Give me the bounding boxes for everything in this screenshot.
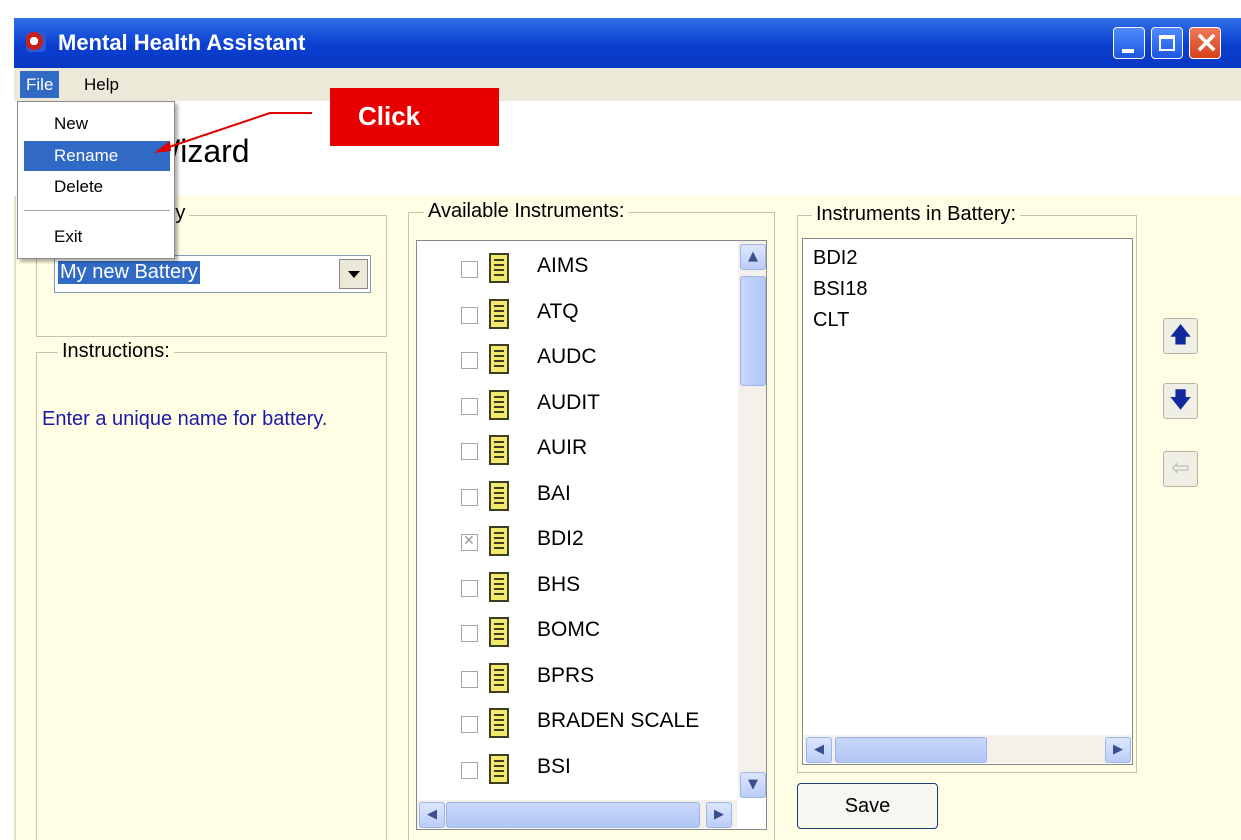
scroll-up-icon[interactable]: ▲ bbox=[740, 244, 766, 270]
instruments-in-battery-list[interactable]: BDI2 BSI18 CLT bbox=[802, 238, 1133, 765]
menu-help[interactable]: Help bbox=[78, 71, 125, 98]
list-item[interactable]: BSI18 bbox=[813, 278, 867, 301]
instrument-checkbox[interactable] bbox=[461, 716, 478, 733]
title-bar[interactable]: Mental Health Assistant × bbox=[14, 18, 1241, 68]
scroll-down-icon[interactable]: ▼ bbox=[740, 772, 766, 798]
minimize-button[interactable] bbox=[1113, 27, 1145, 59]
instrument-checkbox[interactable] bbox=[461, 306, 478, 324]
instrument-checkbox[interactable] bbox=[461, 261, 478, 278]
instrument-label: BAI bbox=[537, 481, 571, 505]
instrument-label: BOMC bbox=[537, 618, 600, 641]
instruments-in-battery-legend: Instruments in Battery: bbox=[812, 203, 1021, 226]
document-icon bbox=[489, 662, 509, 693]
instrument-checkbox[interactable] bbox=[461, 670, 478, 688]
scroll-right-icon[interactable]: ▶ bbox=[706, 802, 732, 828]
chevron-down-icon[interactable] bbox=[339, 259, 368, 289]
battery-name-value[interactable]: My new Battery bbox=[58, 261, 200, 284]
menu-item-exit[interactable]: Exit bbox=[24, 222, 170, 252]
callout-arrow-icon bbox=[154, 112, 312, 153]
scrollbar-thumb[interactable] bbox=[446, 802, 700, 828]
instrument-checkbox[interactable] bbox=[461, 761, 478, 779]
menu-separator bbox=[24, 210, 170, 211]
save-button[interactable]: Save bbox=[797, 783, 938, 829]
instrument-label: BSI bbox=[537, 754, 571, 778]
document-icon bbox=[489, 344, 509, 374]
instrument-checkbox[interactable] bbox=[461, 625, 478, 642]
arrow-down-icon[interactable]: 🡇 bbox=[1163, 383, 1198, 419]
close-icon: × bbox=[1194, 25, 1220, 60]
instrument-checkbox[interactable] bbox=[461, 443, 478, 460]
instrument-checkbox[interactable] bbox=[461, 488, 478, 506]
instrument-checkbox[interactable] bbox=[461, 579, 478, 597]
instrument-checkbox[interactable] bbox=[461, 352, 478, 369]
instrument-label: AUDC bbox=[537, 345, 597, 368]
document-icon bbox=[489, 253, 509, 283]
instrument-label: AIMS bbox=[537, 254, 589, 277]
close-button[interactable]: × bbox=[1189, 25, 1221, 60]
click-callout-label: Click bbox=[358, 101, 421, 131]
window-title: Mental Health Assistant bbox=[58, 30, 306, 55]
document-icon bbox=[489, 298, 509, 329]
scroll-left-icon[interactable]: ◀ bbox=[419, 802, 445, 828]
menu-bar: File Help bbox=[14, 68, 1241, 101]
instrument-label: ATQ bbox=[537, 299, 579, 323]
minimize-icon bbox=[1122, 49, 1134, 53]
scroll-right-icon[interactable]: ▶ bbox=[1105, 737, 1131, 763]
arrow-up-icon[interactable]: 🡅 bbox=[1163, 318, 1198, 354]
document-icon bbox=[489, 708, 509, 738]
document-icon bbox=[489, 435, 509, 465]
document-icon bbox=[489, 753, 509, 784]
instrument-label: BRADEN SCALE bbox=[537, 709, 700, 732]
instructions-legend: Instructions: bbox=[58, 340, 174, 363]
document-icon bbox=[489, 389, 509, 420]
instrument-label: AUIR bbox=[537, 436, 588, 459]
maximize-icon bbox=[1159, 35, 1175, 51]
maximize-button[interactable] bbox=[1151, 27, 1183, 59]
scrollbar-thumb[interactable] bbox=[740, 276, 766, 386]
document-icon bbox=[489, 526, 509, 556]
available-instruments-legend: Available Instruments: bbox=[424, 200, 629, 223]
available-instruments-list[interactable]: AIMS ATQ AUDC AUDIT AUIR BAI BDI2 BHS BOMC BPRS BR… bbox=[416, 240, 767, 830]
instrument-label: AUDIT bbox=[537, 390, 600, 414]
scroll-left-icon[interactable]: ◀ bbox=[806, 737, 832, 763]
app-icon bbox=[26, 32, 46, 52]
instructions-text: Enter a unique name for battery. bbox=[42, 408, 328, 430]
instrument-checkbox[interactable] bbox=[461, 397, 478, 415]
menu-item-delete[interactable]: Delete bbox=[24, 172, 170, 202]
instrument-label: BHS bbox=[537, 572, 581, 596]
document-icon bbox=[489, 480, 509, 511]
arrow-left-icon[interactable]: ⇦ bbox=[1163, 451, 1198, 487]
list-item[interactable]: BDI2 bbox=[813, 247, 857, 270]
scrollbar-thumb[interactable] bbox=[835, 737, 987, 763]
menu-file[interactable]: File bbox=[20, 71, 60, 98]
instrument-label: BDI2 bbox=[537, 527, 584, 550]
instrument-checkbox[interactable] bbox=[461, 533, 478, 551]
instrument-label: BPRS bbox=[537, 663, 595, 687]
document-icon bbox=[489, 617, 509, 647]
list-item[interactable]: CLT bbox=[813, 309, 849, 332]
document-icon bbox=[489, 571, 509, 602]
